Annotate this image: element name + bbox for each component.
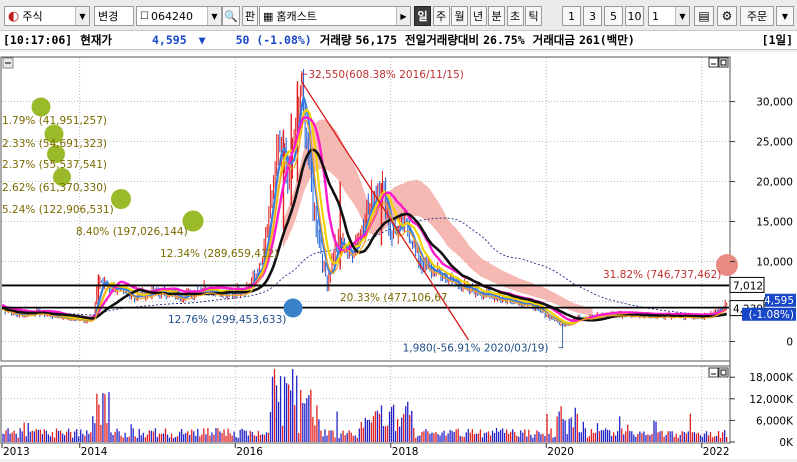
volume-profile-ball (111, 189, 131, 209)
checkbox-icon[interactable]: ☐ (140, 11, 149, 22)
order-button[interactable]: 주문 (740, 6, 774, 26)
period-button-0[interactable]: 일 (414, 6, 431, 26)
market-type-label: 주식 (22, 10, 43, 23)
period-button-5[interactable]: 초 (506, 6, 524, 26)
amount-label: 거래대금 (532, 33, 575, 47)
volume-maximize-button[interactable] (718, 367, 729, 378)
amount-value: 261(백만) (578, 33, 635, 47)
stock-name-field[interactable]: ▦ 홈캐스트 ▶ (259, 6, 411, 26)
interval-button-10[interactable]: 10 (625, 6, 644, 26)
time-axis-label: 2014 (81, 446, 108, 458)
chevron-down-icon[interactable]: ▼ (207, 7, 221, 25)
price-change: 50 (-1.08%) (235, 33, 312, 47)
volume-profile-label: 31.82% (746,737,462) (603, 269, 721, 281)
change-select[interactable]: 변경 (94, 6, 134, 26)
volume-axis-label: 6,000K (756, 415, 794, 427)
change-label: 변경 (98, 10, 119, 23)
interval-value: 1 (652, 9, 659, 23)
toolbar: ◐ 주식 ▼ 변경 ☐ 064240 ▼ 🔍 판 ▦ 홈캐스트 ▶ 일주월년분초… (0, 0, 797, 31)
more-button[interactable]: ▼ (776, 6, 794, 26)
current-price: 4,595 (152, 33, 187, 47)
pane-minimize-button[interactable] (708, 57, 719, 68)
stock-code-input[interactable]: ☐ 064240 ▼ (136, 6, 222, 26)
stock-chart[interactable]: 32,550(608.38% 2016/11/15) 1,980(-56.91% … (0, 52, 797, 459)
price-label: 현재가 (80, 33, 112, 47)
prev-volume-label: 전일거래량대비 (405, 33, 480, 47)
stock-name-value: 홈캐스트 (276, 10, 317, 23)
interval-value-select[interactable]: 1 ▼ (648, 6, 690, 26)
pane-maximize-button[interactable] (718, 57, 729, 68)
search-button[interactable]: 🔍 (222, 6, 240, 26)
low-annotation: 1,980(-56.91% 2020/03/19) (403, 343, 549, 355)
period-button-3[interactable]: 년 (469, 6, 487, 26)
gear-icon: ⚙ (721, 9, 733, 23)
volume-value: 56,175 (355, 33, 398, 47)
period-button-2[interactable]: 월 (451, 6, 468, 26)
current-price-label: 4,595 (764, 295, 794, 307)
grid-icon: ▦ (263, 9, 274, 23)
time-axis-label: 2022 (703, 446, 730, 458)
interval-button-3[interactable]: 3 (583, 6, 602, 26)
chart-panel-button[interactable]: 판 (242, 6, 258, 26)
price-axis-label: 10,000 (756, 257, 793, 269)
volume-profile-label: 20.33% (477,106,67 (340, 292, 448, 304)
chevron-right-icon[interactable]: ▶ (396, 7, 410, 25)
toolbar-logo-icon: ◐ (8, 8, 20, 24)
period-button-1[interactable]: 주 (432, 6, 450, 26)
price-axis-label: 0 (786, 337, 793, 349)
volume-profile-label: 8.40% (197,026,144) (76, 226, 188, 238)
volume-profile-ball (31, 97, 51, 117)
volume-axis-label: 12,000K (749, 394, 794, 406)
prev-volume-ratio: 26.75% (483, 33, 525, 47)
period-button-4[interactable]: 분 (488, 6, 505, 26)
time-axis-label: 2018 (392, 446, 419, 458)
chart-area[interactable]: 32,550(608.38% 2016/11/15) 1,980(-56.91% … (0, 52, 797, 459)
price-axis-label: 20,000 (756, 177, 793, 189)
volume-axis-label: 18,000K (749, 372, 794, 384)
period-button-6[interactable]: 틱 (525, 6, 542, 26)
volume-minimize-button[interactable] (708, 367, 719, 378)
save-button[interactable]: ▤ (694, 6, 714, 26)
volume-profile-label: 1.79% (41,951,257) (2, 115, 107, 127)
volume-profile-label: 5.24% (122,906,531) (2, 204, 114, 216)
period-tag: [1일] (761, 33, 793, 47)
chevron-down-icon[interactable]: ▼ (675, 7, 689, 25)
volume-profile-label: 12.76% (299,453,633) (168, 314, 286, 326)
time-axis-label: 2020 (547, 446, 574, 458)
chart-panel-label: 판 (244, 10, 256, 23)
volume-axis-label: 0K (779, 437, 794, 449)
volume-profile-label: 2.62% (61,370,330) (2, 182, 107, 194)
time-axis-label: 2016 (236, 446, 263, 458)
save-icon: ▤ (698, 9, 710, 23)
volume-profile-label: 2.33% (54,691,323) (2, 138, 107, 150)
volume-profile-label: 12.34% (289,659,412) (160, 248, 278, 260)
interval-button-5[interactable]: 5 (604, 6, 623, 26)
settings-button[interactable]: ⚙ (717, 6, 737, 26)
price-axis-label: 25,000 (756, 137, 793, 149)
search-icon: 🔍 (224, 9, 238, 23)
stock-code-value: 064240 (150, 9, 193, 23)
quote-bar: [10:17:06] 현재가 4,595 ▼ 50 (-1.08%) 거래량 5… (0, 31, 797, 50)
price-axis-label: 30,000 (756, 97, 793, 109)
volume-label: 거래량 (319, 33, 352, 47)
price-axis-label: 15,000 (756, 217, 793, 229)
down-arrow-icon: ▼ (198, 33, 206, 47)
chevron-down-icon: ▼ (781, 11, 789, 21)
market-type-select[interactable]: ◐ 주식 ▼ (4, 6, 90, 26)
order-label: 주문 (746, 10, 768, 23)
current-change-label: (-1.08%) (749, 309, 794, 321)
volume-profile-label: 2.37% (55,537,541) (2, 159, 107, 171)
interval-button-1[interactable]: 1 (562, 6, 581, 26)
time-axis-label: 2013 (3, 446, 30, 458)
quote-time: [10:17:06] (3, 33, 73, 47)
peak-annotation: 32,550(608.38% 2016/11/15) (308, 69, 464, 81)
box-high-label: 7,012 (733, 280, 763, 292)
chevron-down-icon[interactable]: ▼ (75, 7, 89, 25)
